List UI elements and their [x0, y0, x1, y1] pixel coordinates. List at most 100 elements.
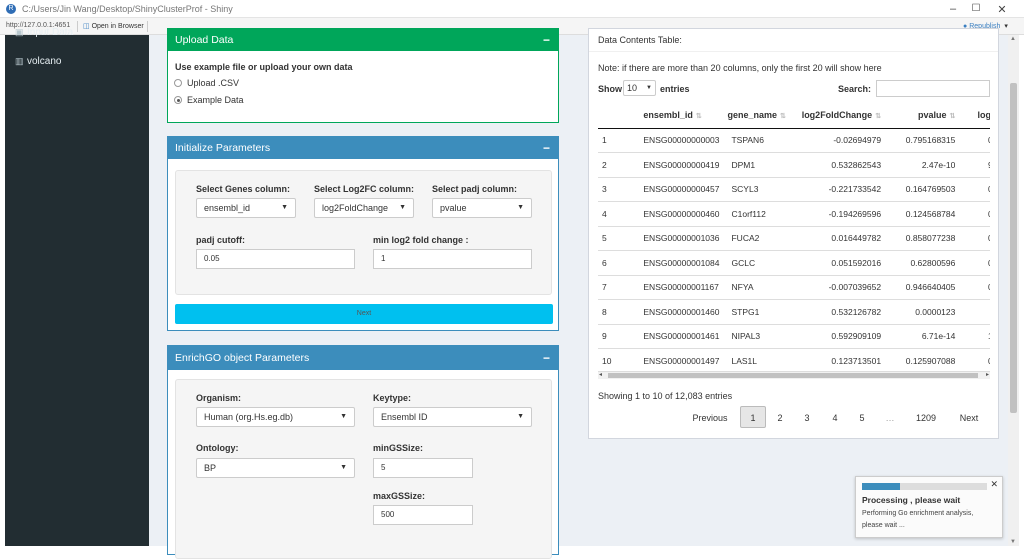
search-input[interactable]: [876, 80, 990, 97]
column-header[interactable]: pvalue ⇅: [885, 103, 960, 129]
select-value: BP: [204, 463, 217, 473]
scroll-right-icon[interactable]: ▸: [986, 371, 989, 378]
initialize-parameters-box: Initialize Parameters − Select Genes colu…: [167, 136, 559, 331]
pagination-page-1[interactable]: 1: [740, 406, 766, 428]
close-icon[interactable]: ✕: [990, 479, 998, 490]
table-cell: 6.71e-14: [885, 323, 960, 349]
table-cell: SCYL3: [723, 176, 798, 202]
box-title: Initialize Parameters: [175, 142, 271, 154]
column-header[interactable]: [598, 103, 622, 129]
table-row[interactable]: 8 ENSG00000001460 STPG1 0.532126782 0.000012…: [598, 299, 990, 324]
caret-down-icon: ▼: [340, 464, 347, 471]
radio-upload-csv[interactable]: Upload .CSV: [174, 78, 239, 88]
table-cell: ENSG00000001461: [621, 323, 724, 349]
table-row[interactable]: 1 ENSG00000000003 TSPAN6 -0.02694979 0.79516…: [598, 127, 990, 153]
table-row[interactable]: 9 ENSG00000001461 NIPAL3 0.592909109 6.71e-1…: [598, 323, 990, 349]
notification-title: Processing , please wait: [862, 495, 961, 505]
table-cell: 0.2020: [959, 250, 990, 275]
next-button[interactable]: Next: [175, 304, 553, 324]
progress-bar: [862, 483, 987, 490]
scroll-up-icon[interactable]: ▲: [1010, 36, 1016, 42]
entries-select[interactable]: 10 ▼: [623, 80, 656, 96]
table-row[interactable]: 10 ENSG00000001497 LAS1L 0.123713501 0.12590…: [598, 348, 990, 367]
pagination-page-4[interactable]: 4: [824, 413, 846, 423]
collapse-icon[interactable]: −: [543, 137, 550, 159]
min-log2fc-input[interactable]: 1: [373, 249, 532, 269]
toolbar-divider: [147, 21, 148, 32]
table-row[interactable]: 5 ENSG00000001036 FUCA2 0.016449782 0.858077…: [598, 225, 990, 251]
collapse-icon[interactable]: −: [543, 29, 550, 51]
table-row[interactable]: 6 ENSG00000001084 GCLC 0.051592016 0.6280059…: [598, 250, 990, 275]
table-row[interactable]: 4 ENSG00000000460 C1orf112 -0.194269596 0.12…: [598, 201, 990, 226]
collapse-icon[interactable]: −: [543, 346, 550, 370]
pagination-next[interactable]: Next: [951, 413, 987, 423]
table-row[interactable]: 2ENSG00000000419DPM10.5328625432.47e-109…: [598, 152, 990, 177]
sidebar-item-volcano[interactable]: ▥ volcano: [15, 56, 61, 70]
mingssize-input[interactable]: 5: [373, 458, 473, 478]
min-log2fc-label: min log2 fold change :: [373, 235, 469, 245]
maxgssize-input[interactable]: 500: [373, 505, 473, 525]
scroll-left-icon[interactable]: ◂: [599, 371, 602, 378]
sidebar-item-label: volcano: [27, 56, 62, 67]
page-scroll-thumb[interactable]: [1010, 83, 1017, 413]
keytype-select[interactable]: Ensembl ID ▼: [373, 407, 532, 427]
pagination-previous[interactable]: Previous: [685, 413, 735, 423]
column-header-label: pvalue: [917, 110, 947, 121]
table-cell: 1: [598, 127, 622, 153]
padj-cutoff-input[interactable]: 0.05: [196, 249, 355, 269]
table-cell: 0.7831: [959, 176, 990, 202]
radio-icon: [174, 79, 182, 87]
caret-down-icon: ▼: [399, 204, 406, 211]
caret-down-icon: ▼: [517, 204, 524, 211]
select-value: log2FoldChange: [322, 203, 389, 213]
minimize-icon[interactable]: –: [947, 3, 959, 15]
keytype-label: Keytype:: [373, 393, 412, 403]
horizontal-scrollbar[interactable]: ◂ ▸: [598, 371, 990, 379]
close-icon[interactable]: ✕: [996, 3, 1008, 16]
ontology-select[interactable]: BP ▼: [196, 458, 355, 478]
column-header[interactable]: gene_name ⇅: [723, 103, 798, 129]
table-cell: ENSG00000000457: [621, 176, 724, 202]
table-cell: 4.910: [959, 299, 990, 324]
pagination-page-5[interactable]: 5: [851, 413, 873, 423]
column-header[interactable]: log10.pv: [959, 103, 990, 129]
scroll-down-icon[interactable]: ▼: [1010, 539, 1016, 545]
pagination-page-3[interactable]: 3: [796, 413, 818, 423]
table-cell: 3: [598, 176, 622, 202]
padj-column-select[interactable]: pvalue ▼: [432, 198, 532, 218]
table-cell: 0.532126782: [797, 299, 886, 324]
pagination-ellipsis: …: [885, 413, 895, 423]
open-in-browser-button[interactable]: ◫ Open in Browser: [83, 22, 144, 30]
table-cell: 0.051592016: [797, 250, 886, 275]
page-scrollbar[interactable]: ▲ ▼: [1008, 35, 1019, 546]
table-cell: 0.164769503: [885, 176, 960, 202]
radio-selected-icon: [174, 96, 182, 104]
maximize-icon[interactable]: ☐: [970, 3, 982, 14]
table-row[interactable]: 3 ENSG00000000457 SCYL3 -0.221733542 0.16476…: [598, 176, 990, 202]
sidebar: ▣ Input Data ▥ volcano: [5, 27, 149, 546]
column-header[interactable]: ensembl_id ⇅: [621, 103, 724, 129]
sidebar-item-input-data[interactable]: ▣ Input Data: [15, 27, 73, 41]
table-cell: 5: [598, 225, 622, 251]
table-cell: 0.125907088: [885, 348, 960, 367]
table-cell: TSPAN6: [723, 127, 798, 153]
log2fc-column-select[interactable]: log2FoldChange ▼: [314, 198, 414, 218]
caret-down-icon: ▼: [281, 204, 288, 211]
table-scroll-area: ensembl_id ⇅ gene_name ⇅ log2FoldChange ⇅ p…: [598, 103, 990, 367]
organism-select[interactable]: Human (org.Hs.eg.db) ▼: [196, 407, 355, 427]
table-cell: 0.0000123: [885, 299, 960, 324]
sidebar-item-label: Input Data: [27, 27, 74, 38]
genes-column-select[interactable]: ensembl_id ▼: [196, 198, 296, 218]
table-row[interactable]: 7 ENSG00000001167 NFYA -0.007039652 0.946640…: [598, 274, 990, 300]
bar-chart-icon: ▥: [15, 56, 24, 66]
table-cell: ENSG00000001460: [621, 299, 724, 324]
pagination-page-2[interactable]: 2: [769, 413, 791, 423]
rstudio-icon: R: [6, 4, 16, 14]
horizontal-scroll-thumb[interactable]: [608, 373, 978, 378]
pagination-page-last[interactable]: 1209: [909, 413, 943, 423]
data-contents-box: Data Contents Table: Note: if there are …: [588, 28, 999, 439]
progress-notification: ✕ Processing , please wait Performing Go…: [855, 476, 1003, 538]
input-icon: ▣: [15, 27, 24, 37]
column-header[interactable]: log2FoldChange ⇅: [797, 103, 886, 129]
radio-example-data[interactable]: Example Data: [174, 95, 244, 105]
